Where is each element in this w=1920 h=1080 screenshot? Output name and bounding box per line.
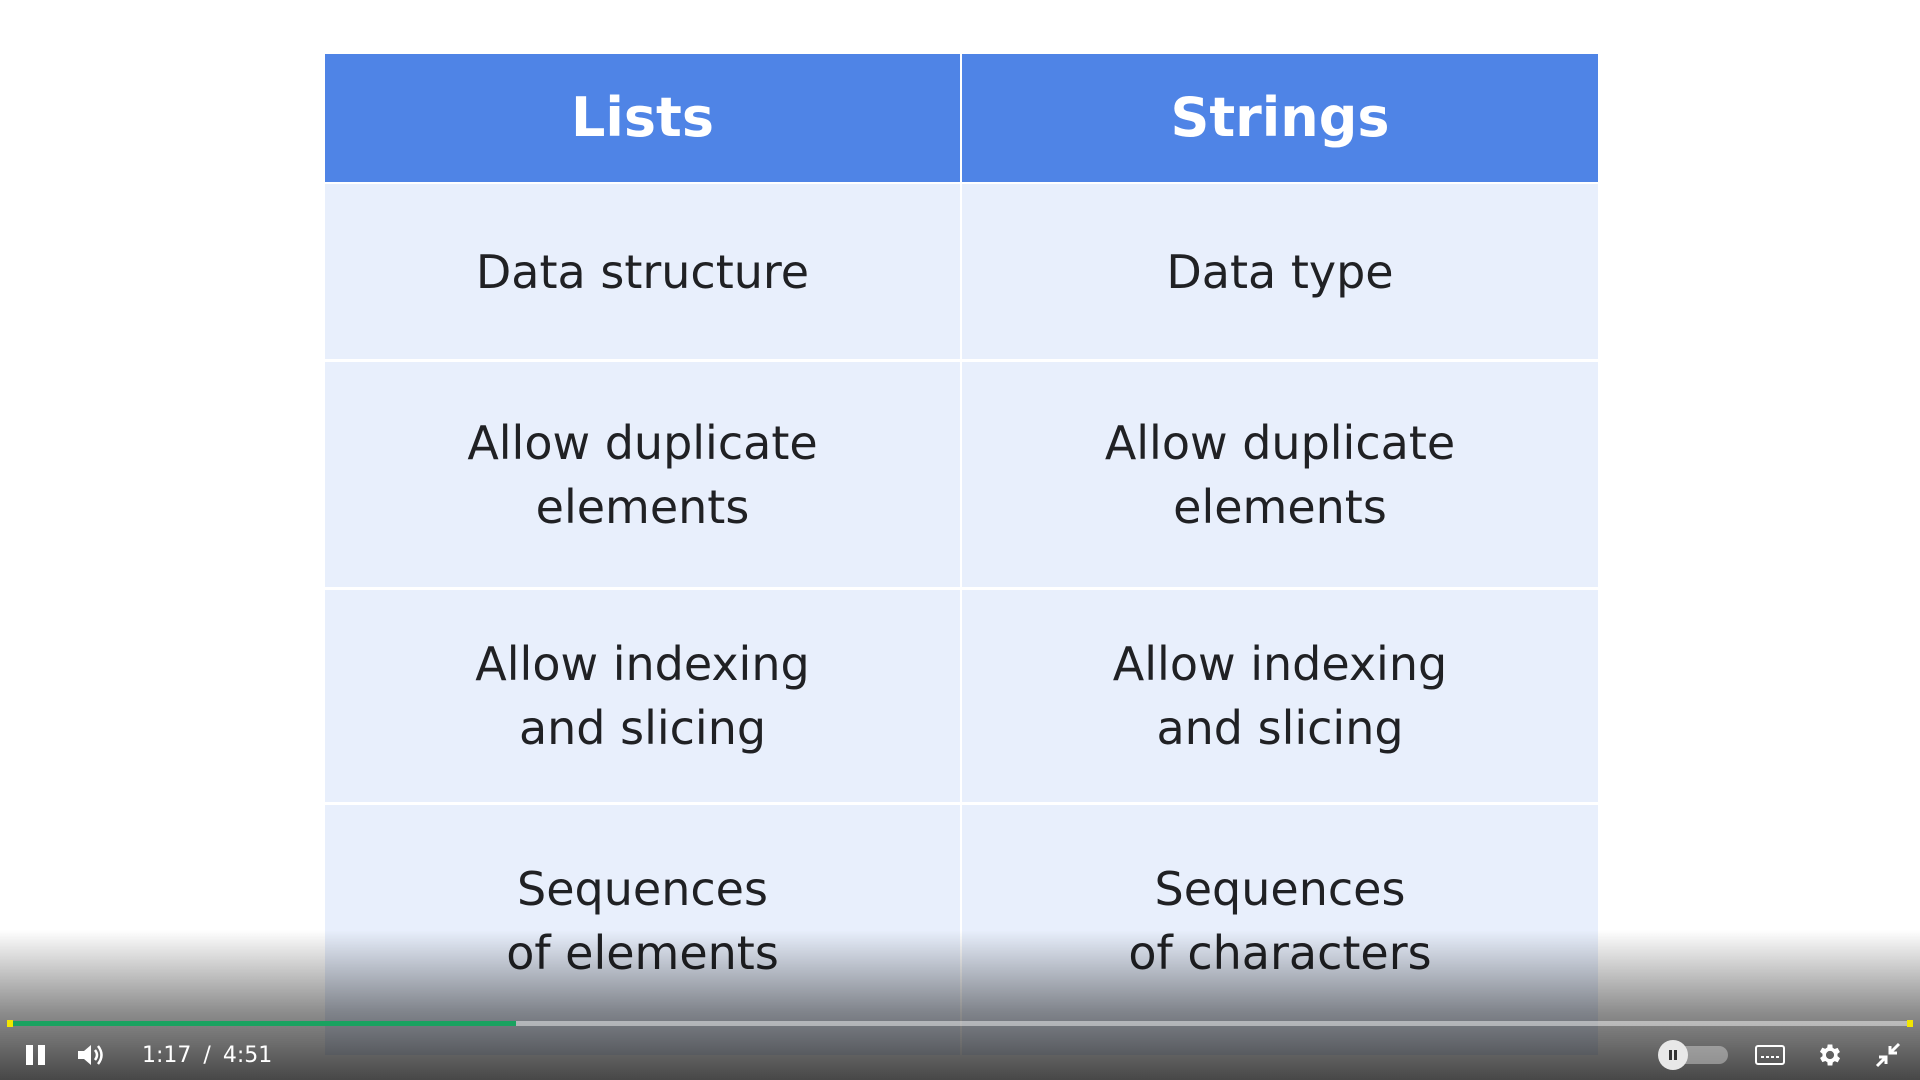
pause-button[interactable]	[18, 1030, 54, 1080]
comparison-table: Lists Strings Data structure Data type A…	[325, 54, 1598, 1055]
pause-icon	[26, 1045, 45, 1065]
captions-button[interactable]	[1752, 1030, 1788, 1080]
progress-bar[interactable]	[7, 1020, 1913, 1027]
table-cell: Allow indexing and slicing	[325, 590, 960, 802]
video-player[interactable]: Lists Strings Data structure Data type A…	[0, 0, 1920, 1080]
pause-small-icon	[1669, 1050, 1677, 1060]
table-cell: Data structure	[325, 184, 960, 359]
time-display: 1:17 / 4:51	[142, 1030, 272, 1080]
exit-fullscreen-icon	[1875, 1042, 1901, 1068]
time-separator: /	[203, 1042, 211, 1068]
progress-played	[8, 1021, 517, 1026]
end-marker	[1907, 1020, 1913, 1027]
duration: 4:51	[222, 1042, 273, 1068]
column-header-lists: Lists	[325, 54, 960, 182]
exit-fullscreen-button[interactable]	[1870, 1030, 1906, 1080]
player-controls: 1:17 / 4:51	[0, 1030, 1920, 1080]
start-marker	[7, 1020, 13, 1027]
captions-icon	[1755, 1045, 1785, 1065]
table-cell: Sequences of characters	[962, 805, 1598, 1055]
table-cell: Allow duplicate elements	[962, 362, 1598, 587]
table-cell: Sequences of elements	[325, 805, 960, 1055]
table-cell: Allow indexing and slicing	[962, 590, 1598, 802]
column-header-strings: Strings	[962, 54, 1598, 182]
gear-icon	[1819, 1044, 1841, 1066]
volume-button[interactable]	[72, 1030, 112, 1080]
current-time: 1:17	[142, 1042, 192, 1068]
autoplay-toggle[interactable]	[1658, 1040, 1728, 1070]
settings-button[interactable]	[1812, 1030, 1848, 1080]
table-cell: Allow duplicate elements	[325, 362, 960, 587]
volume-icon	[78, 1045, 103, 1065]
autoplay-knob	[1658, 1040, 1688, 1070]
table-cell: Data type	[962, 184, 1598, 359]
